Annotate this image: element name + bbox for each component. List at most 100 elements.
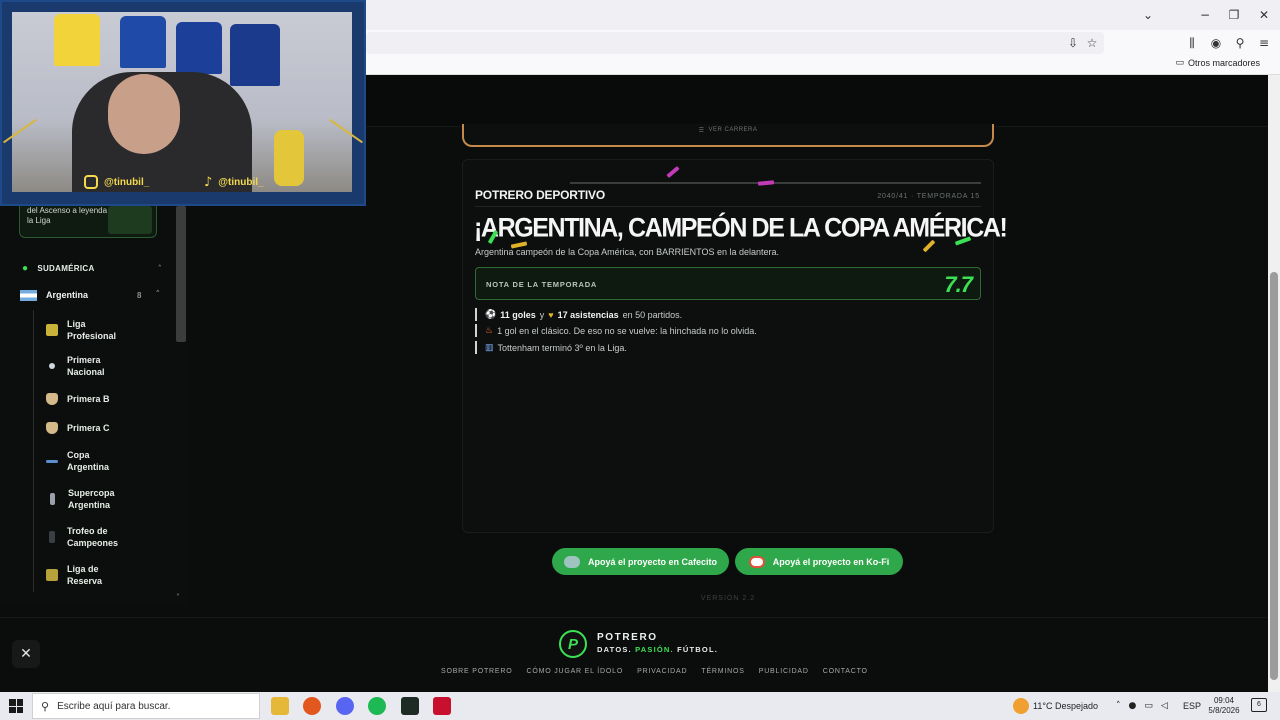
close-icon[interactable]: ✕ (1249, 0, 1279, 30)
firefox-icon[interactable] (303, 697, 321, 715)
season-headline: ¡ARGENTINA, CAMPEÓN DE LA COPA AMÉRICA! (474, 213, 1008, 243)
other-bookmarks[interactable]: ▭ Otros marcadores (1175, 58, 1260, 68)
jersey-image (176, 22, 222, 74)
discord-icon[interactable] (336, 697, 354, 715)
language-indicator[interactable]: ESP (1183, 692, 1201, 720)
sidebar-item-primera-nacional[interactable]: Primera Nacional (46, 353, 166, 379)
taskbar-search-box[interactable]: ⚲ Escribe aquí para buscar. (32, 693, 260, 719)
account-icon[interactable]: ◉ (1207, 34, 1225, 52)
spotify-icon[interactable] (368, 697, 386, 715)
footer-link-como-jugar[interactable]: CÓMO JUGAR EL ÍDOLO (526, 668, 623, 675)
webcam-feed (12, 12, 352, 192)
location-pin-icon: ● (22, 262, 29, 274)
address-bar[interactable] (366, 32, 1104, 54)
menu-icon[interactable]: ≡ (1255, 34, 1273, 52)
weather-icon[interactable] (1013, 698, 1029, 714)
fire-icon: ♨ (485, 325, 494, 335)
sidebar-item-supercopa-argentina[interactable]: Supercopa Argentina (46, 486, 166, 512)
copa-argentina-icon (46, 459, 58, 463)
chevron-up-icon: ˄ (155, 290, 161, 300)
stat-league: ▥ Tottenham terminó 3º en la Liga. (475, 341, 627, 354)
newspaper-rule (570, 182, 981, 184)
header-divider (475, 206, 981, 207)
football-icon: ⚽ (485, 309, 497, 319)
file-explorer-icon[interactable] (271, 697, 289, 715)
cafecito-icon (563, 555, 580, 568)
tiktok-handle: ♪ @tinubil_ (204, 175, 264, 190)
heart-icon: ♥ (548, 309, 554, 320)
sidebar-item-liga-profesional[interactable]: Liga Profesional (46, 317, 166, 343)
season-label: 2040/41 · TEMPORADA 15 (877, 193, 980, 200)
windows-start-icon[interactable] (9, 699, 23, 713)
country-count-badge: 8 (137, 290, 142, 300)
sidebar-item-liga-de-reserva[interactable]: Liga de Reserva (46, 562, 166, 588)
notifications-icon[interactable]: 6 (1251, 698, 1267, 712)
ver-carrera-link[interactable]: ☰ VER CARRERA (462, 125, 994, 135)
primera-nacional-icon (49, 363, 55, 369)
microphone-icon[interactable]: ● (1129, 701, 1137, 711)
footer-divider (0, 617, 1268, 618)
argentina-flag-icon (20, 289, 37, 301)
sidebar-scrollbar-thumb[interactable] (176, 206, 186, 342)
app-version: VERSIÓN 2.2 (700, 595, 756, 602)
clock[interactable]: 09:04 5/8/2026 (1206, 696, 1242, 716)
footer-link-contacto[interactable]: CONTACTO (823, 668, 868, 675)
liga-de-reserva-icon (46, 569, 58, 581)
restore-icon[interactable]: ❐ (1219, 0, 1249, 30)
season-rating-label: NOTA DE LA TEMPORADA (486, 280, 598, 289)
season-subline: Argentina campeón de la Copa América, co… (475, 247, 780, 257)
list-icon: ☰ (698, 127, 705, 134)
extensions-icon[interactable]: ⚲ (1231, 34, 1249, 52)
kofi-cup-icon (748, 555, 765, 568)
footer-link-privacidad[interactable]: PRIVACIDAD (637, 668, 687, 675)
folder-icon: ▭ (1175, 58, 1184, 68)
volume-icon[interactable]: ◁ (1161, 701, 1168, 711)
sidebar-tree-guide (33, 310, 34, 592)
thermos-image (274, 130, 304, 186)
chevron-down-icon[interactable]: ⌄ (1133, 0, 1163, 30)
bookmark-star-icon[interactable]: ☆ (1083, 34, 1101, 52)
tiktok-icon: ♪ (204, 175, 213, 190)
liga-profesional-icon (46, 324, 58, 336)
primera-c-icon (46, 422, 58, 434)
season-rating-value: 7.7 (944, 272, 973, 297)
footer-link-terminos[interactable]: TÉRMINOS (701, 668, 744, 675)
sidebar-section-sudamerica[interactable]: ● SUDAMÉRICA ˄ (22, 262, 162, 274)
footer-tagline: DATOS. PASIÓN. FÚTBOL. (597, 645, 719, 654)
footer-link-publicidad[interactable]: PUBLICIDAD (759, 668, 809, 675)
network-icon[interactable]: ▭ (1144, 701, 1153, 711)
minimize-icon[interactable]: − (1190, 0, 1220, 30)
search-icon: ⚲ (41, 699, 50, 713)
close-icon: ✕ (20, 646, 32, 662)
sidebar-item-trofeo-de-campeones[interactable]: Trofeo de Campeones (46, 524, 166, 550)
weather-text[interactable]: 11°C Despejado (1033, 692, 1098, 720)
support-kofi-button[interactable]: Apoyá el proyecto en Ko-Fi (735, 548, 903, 575)
footer-link-sobre[interactable]: SOBRE POTRERO (441, 668, 512, 675)
chevron-up-icon[interactable]: ˄ (1116, 701, 1121, 711)
support-cafecito-button[interactable]: Apoyá el proyecto en Cafecito (552, 548, 729, 575)
jersey-image (54, 14, 100, 66)
footer-links: SOBRE POTRERO CÓMO JUGAR EL ÍDOLO PRIVAC… (441, 668, 868, 675)
library-icon[interactable]: ⫼ (1183, 34, 1201, 52)
sidebar-item-copa-argentina[interactable]: Copa Argentina (46, 448, 166, 474)
stat-goals-assists: ⚽ 11 goles y ♥ 17 asistencias en 50 part… (475, 308, 682, 321)
promo-trophy-icon (108, 206, 152, 234)
instagram-handle: @tinubil_ (84, 175, 149, 189)
chevron-up-icon: ˄ (157, 263, 162, 273)
voicemeeter-icon[interactable] (433, 697, 451, 715)
download-icon[interactable]: ⇩ (1064, 34, 1082, 52)
footer-brand: POTRERO (597, 632, 658, 643)
potrero-logo-icon[interactable]: P (559, 630, 587, 658)
jersey-image (230, 24, 280, 86)
page-scrollbar-thumb[interactable] (1270, 272, 1278, 680)
streamer-face-image (108, 74, 180, 154)
primera-b-icon (46, 393, 58, 405)
stat-clasico: ♨ 1 gol en el clásico. De eso no se vuel… (475, 324, 757, 337)
sidebar-country-argentina[interactable]: Argentina 8 ˄ (20, 288, 160, 302)
sidebar-item-primera-c[interactable]: Primera C (46, 421, 166, 435)
streaming-app-icon[interactable] (401, 697, 419, 715)
close-sidebar-button[interactable]: ✕ (12, 640, 40, 668)
sidebar-item-primera-b[interactable]: Primera B (46, 392, 166, 406)
newspaper-brand: POTRERO DEPORTIVO (475, 188, 605, 202)
scroll-down-arrow-icon[interactable]: ˅ (176, 593, 180, 602)
